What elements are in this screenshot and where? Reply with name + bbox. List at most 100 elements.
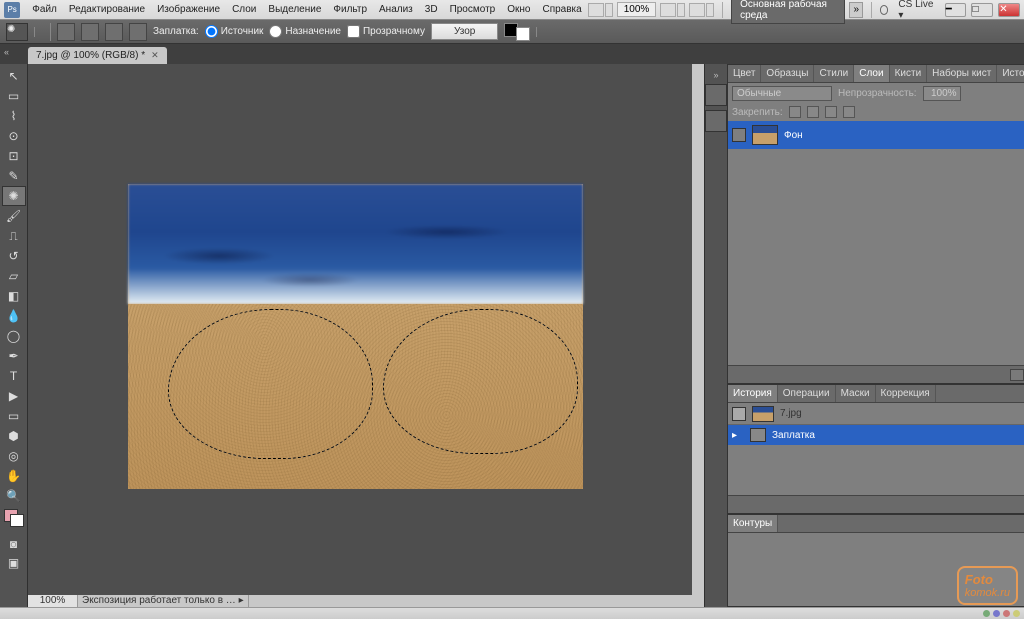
document-tab[interactable]: 7.jpg @ 100% (RGB/8) * ✕ [28,47,167,64]
cslive-dropdown[interactable]: CS Live ▾ [892,0,939,23]
shape-tool[interactable]: ▭ [2,406,26,426]
launch-bridge-icon[interactable] [588,3,613,17]
pattern-swatch[interactable] [504,23,530,41]
color-swatches[interactable] [2,506,26,534]
tool-preset-picker[interactable]: ✺ [6,23,28,41]
stamp-tool[interactable]: ⎍ [2,226,26,246]
3d-camera-tool[interactable]: ◎ [2,446,26,466]
patch-tool[interactable]: ✺ [2,186,26,206]
menu-image[interactable]: Изображение [151,0,226,20]
brush-tool[interactable]: 🖌 [2,206,26,226]
eraser-tool[interactable]: ▱ [2,266,26,286]
history-brush-tool[interactable]: ↺ [2,246,26,266]
dock-icon[interactable] [705,110,727,132]
zoom-level-dropdown[interactable]: 100% [617,2,657,17]
move-tool[interactable]: ↖ [2,66,26,86]
crop-tool[interactable]: ⊡ [2,146,26,166]
workspace-switcher[interactable]: Основная рабочая среда [731,0,845,24]
blur-tool[interactable]: 💧 [2,306,26,326]
path-select-tool[interactable]: ▶ [2,386,26,406]
opacity-input[interactable]: 100% [923,86,961,101]
tab-layers[interactable]: Слои [854,65,889,83]
window-minimize[interactable]: ━ [945,3,967,17]
layer-visibility-icon[interactable] [732,128,746,142]
workspace-more-icon[interactable]: » [849,2,863,18]
tab-masks[interactable]: Маски [836,385,876,403]
selection-intersect-icon[interactable] [129,23,147,41]
screen-mode-toggle[interactable]: ▣ [2,554,26,572]
tab-paths[interactable]: Контуры [728,515,778,533]
zoom-tool[interactable]: 🔍 [2,486,26,506]
layer-row[interactable]: Фон 🔒 [728,121,1024,149]
status-dot-icon [1013,610,1020,617]
status-info[interactable]: Экспозиция работает только в … ▸ [78,595,249,607]
menu-help[interactable]: Справка [536,0,587,20]
marquee-tool[interactable]: ▭ [2,86,26,106]
dodge-tool[interactable]: ◯ [2,326,26,346]
canvas-area[interactable]: 100% Экспозиция работает только в … ▸ [28,64,704,607]
selection-subtract-icon[interactable] [105,23,123,41]
layer-name[interactable]: Фон [784,130,803,141]
selection-new-icon[interactable] [57,23,75,41]
history-footer [728,495,1024,513]
tab-color[interactable]: Цвет [728,65,761,83]
dock-icon[interactable] [705,84,727,106]
selection-add-icon[interactable] [81,23,99,41]
expand-dock-icon[interactable]: » [713,70,718,80]
lock-all-icon[interactable] [843,106,855,118]
tool-preset-dropdown[interactable] [34,27,44,37]
quick-mask-toggle[interactable]: ◙ [2,534,26,554]
screen-mode-icon[interactable] [689,3,714,17]
lock-transparent-icon[interactable] [789,106,801,118]
menu-layers[interactable]: Слои [226,0,262,20]
collapse-icon[interactable]: « [4,47,9,57]
gradient-tool[interactable]: ◧ [2,286,26,306]
tab-clone-source[interactable]: Источник кло [997,65,1024,83]
link-layers-icon[interactable] [1010,369,1024,381]
vertical-scrollbar[interactable] [692,64,704,595]
patch-source-radio[interactable]: Источник [205,25,264,38]
menu-file[interactable]: Файл [26,0,63,20]
close-tab-icon[interactable]: ✕ [151,50,159,61]
divider [871,2,872,18]
status-zoom[interactable]: 100% [28,595,78,607]
history-step[interactable]: ▸ Заплатка [728,425,1024,445]
view-extras-icon[interactable] [660,3,685,17]
menu-select[interactable]: Выделение [262,0,327,20]
quick-select-tool[interactable]: ⊙ [2,126,26,146]
tab-adjustments[interactable]: Коррекция [876,385,936,403]
pattern-dropdown[interactable] [536,27,546,37]
tab-actions[interactable]: Операции [778,385,836,403]
tab-brushes[interactable]: Кисти [890,65,928,83]
3d-tool[interactable]: ⬢ [2,426,26,446]
menu-filter[interactable]: Фильтр [327,0,373,20]
menu-window[interactable]: Окно [501,0,536,20]
layer-thumbnail[interactable] [752,125,778,145]
type-tool[interactable]: T [2,366,26,386]
history-snapshot[interactable]: 7.jpg [728,403,1024,425]
blend-mode-dropdown[interactable]: Обычные [732,86,832,101]
window-close[interactable]: ✕ [998,3,1020,17]
eyedropper-tool[interactable]: ✎ [2,166,26,186]
menu-view[interactable]: Просмотр [444,0,502,20]
menu-3d[interactable]: 3D [419,0,444,20]
tab-history[interactable]: История [728,385,778,403]
lasso-tool[interactable]: ⌇ [2,106,26,126]
use-pattern-button[interactable]: Узор [431,23,498,40]
lock-image-icon[interactable] [807,106,819,118]
window-maximize[interactable]: □ [971,3,993,17]
menu-edit[interactable]: Редактирование [63,0,151,20]
tab-brush-presets[interactable]: Наборы кист [927,65,997,83]
pen-tool[interactable]: ✒ [2,346,26,366]
lock-position-icon[interactable] [825,106,837,118]
document-canvas[interactable] [128,184,583,489]
tab-swatches[interactable]: Образцы [761,65,814,83]
history-brush-source-icon[interactable] [732,407,746,421]
layers-list: Фон 🔒 [728,121,1024,365]
menu-analysis[interactable]: Анализ [373,0,419,20]
patch-transparent-check[interactable]: Прозрачному [347,25,425,38]
history-marker-icon: ▸ [732,430,744,441]
tab-styles[interactable]: Стили [814,65,854,83]
patch-destination-radio[interactable]: Назначение [269,25,341,38]
hand-tool[interactable]: ✋ [2,466,26,486]
